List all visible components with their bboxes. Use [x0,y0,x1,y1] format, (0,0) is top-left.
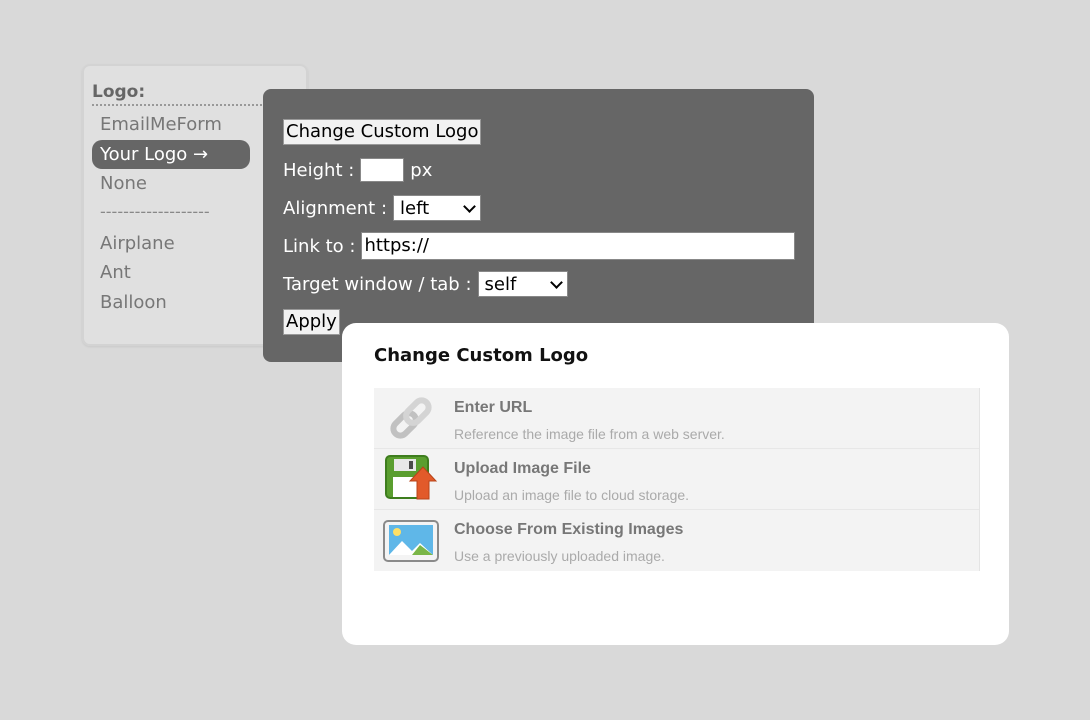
image-gallery-icon [382,515,440,567]
alignment-select-value: left [400,197,430,219]
link-label: Link to : [283,235,356,257]
option-name: Upload Image File [454,459,591,477]
option-choose-existing-images[interactable]: Choose From Existing Images Use a previo… [374,510,979,571]
chevron-down-icon [551,279,561,289]
option-upload-image-file[interactable]: Upload Image File Upload an image file t… [374,449,979,510]
apply-button[interactable]: Apply [283,309,340,335]
target-window-select[interactable]: self [477,271,568,297]
upload-file-icon [382,453,440,505]
target-window-select-value: self [484,273,517,295]
link-url-input[interactable]: https:// [361,232,796,260]
height-unit: px [410,159,433,181]
option-enter-url[interactable]: Enter URL Reference the image file from … [374,388,979,449]
option-description: Reference the image file from a web serv… [454,425,725,442]
option-description: Use a previously uploaded image. [454,548,665,564]
option-name: Enter URL [454,398,533,416]
custom-logo-settings-panel: Change Custom Logo Height : px Alignment… [263,89,814,362]
height-label: Height : [283,159,355,181]
change-custom-logo-dialog: Change Custom Logo Enter URL Reference t… [342,323,1009,645]
alignment-select[interactable]: left [393,195,482,221]
logo-source-options: Enter URL Reference the image file from … [374,388,980,571]
option-name: Choose From Existing Images [454,521,684,538]
change-custom-logo-button[interactable]: Change Custom Logo [283,119,482,145]
height-input[interactable] [360,158,405,182]
target-window-label: Target window / tab : [283,273,472,295]
logo-option-your-logo[interactable]: Your Logo → [92,139,250,169]
link-icon [382,392,440,444]
alignment-label: Alignment : [283,197,388,219]
dialog-title: Change Custom Logo [374,345,589,366]
option-description: Upload an image file to cloud storage. [454,486,690,503]
chevron-down-icon [464,203,474,213]
